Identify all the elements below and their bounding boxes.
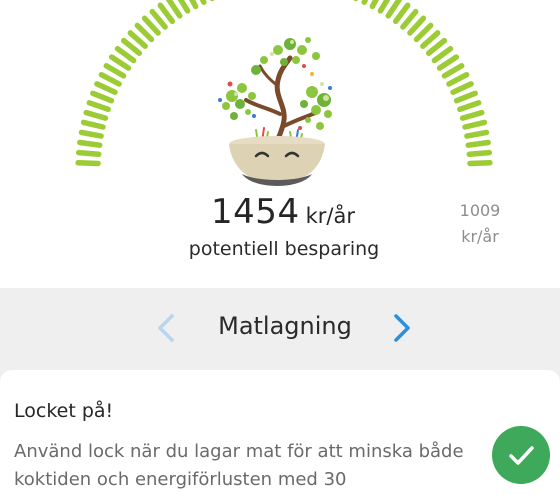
gauge-tick [400, 8, 419, 30]
gauge-tick [465, 139, 491, 148]
checkmark-icon [509, 446, 534, 465]
gauge-tick [83, 109, 109, 121]
gauge-tick [189, 0, 199, 10]
gauge-tick [77, 139, 103, 148]
savings-amount-value: 1454 [211, 192, 300, 232]
category-title: Matlagning [218, 312, 352, 340]
gauge-tick [75, 149, 102, 158]
gauge-tick [453, 90, 478, 104]
savings-amount-unit: kr/år [305, 204, 355, 228]
gauge-max-label: 1009 kr/år [450, 198, 510, 250]
gauge-tick [369, 0, 379, 10]
gauge-tick [462, 119, 488, 130]
previous-category-button[interactable] [150, 310, 184, 346]
gauge-tick [431, 45, 454, 64]
gauge-tick [149, 8, 168, 30]
tip-card: Locket på! Använd lock när du lagar mat … [0, 370, 560, 498]
gauge-tick [157, 2, 176, 25]
category-navigator: Matlagning [0, 288, 560, 370]
gauge-tick [86, 100, 111, 113]
gauge-tick [446, 71, 470, 87]
gauge-tick [466, 149, 493, 158]
gauge-tick [177, 0, 191, 14]
savings-panel: 1454 kr/år potentiell besparing 1009 kr/å… [0, 0, 560, 288]
gauge-tick [108, 54, 132, 71]
gauge-tick [80, 119, 106, 130]
gauge-tick [441, 63, 465, 79]
gauge-tick [78, 129, 104, 139]
chevron-left-icon [158, 314, 174, 342]
gauge-tick [75, 160, 101, 167]
gauge-tick [385, 0, 403, 19]
gauge-tick [377, 0, 391, 14]
gauge-max-value: 1009 [459, 201, 501, 220]
gauge-max-unit: kr/år [461, 227, 499, 246]
gauge-tick [103, 63, 127, 79]
mark-tip-done-button[interactable] [492, 426, 550, 484]
gauge-tick [457, 100, 482, 113]
gauge-tick [392, 2, 411, 25]
gauge-tick [464, 129, 490, 139]
gauge-tick [450, 81, 474, 95]
gauge-tick [199, 0, 207, 5]
gauge-tick [90, 90, 115, 104]
savings-tree-illustration [218, 37, 332, 186]
gauge-tick [165, 0, 183, 19]
tip-body: Använd lock när du lagar mat för att min… [14, 441, 464, 490]
gauge-tick [114, 45, 137, 64]
next-category-button[interactable] [384, 310, 418, 346]
gauge-tick [98, 71, 122, 87]
gauge-tick [361, 0, 369, 5]
gauge-tick [467, 160, 493, 167]
gauge-tick [459, 109, 485, 121]
gauge-tick [94, 81, 118, 95]
tip-title: Locket på! [14, 400, 114, 422]
chevron-right-icon [394, 314, 410, 342]
gauge-tick [436, 54, 460, 71]
